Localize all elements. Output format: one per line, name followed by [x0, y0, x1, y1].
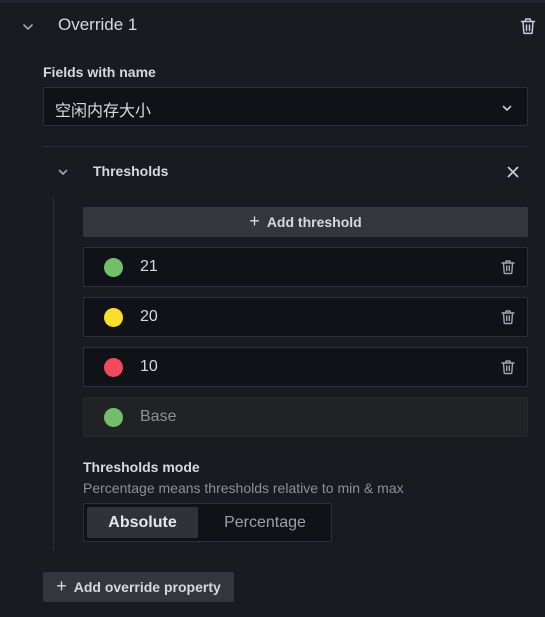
fields-with-name-label: Fields with name [43, 64, 156, 80]
fields-with-name-select[interactable]: 空闲内存大小 [43, 87, 528, 126]
trash-icon[interactable] [519, 17, 537, 35]
close-icon[interactable] [505, 164, 521, 180]
fields-with-name-value: 空闲内存大小 [55, 103, 152, 120]
threshold-value-input[interactable]: 21 [140, 258, 158, 276]
color-picker-dot[interactable] [104, 308, 123, 327]
mode-option-percentage[interactable]: Percentage [202, 507, 328, 538]
add-override-property-button[interactable]: + Add override property [43, 572, 234, 602]
plus-icon: + [249, 211, 260, 231]
panel-top-border [0, 0, 545, 3]
color-picker-dot[interactable] [104, 408, 123, 427]
chevron-down-icon[interactable] [56, 165, 70, 179]
add-override-property-label: Add override property [73, 579, 221, 595]
thresholds-title[interactable]: Thresholds [93, 163, 168, 179]
thresholds-guide-line [53, 197, 54, 551]
override-title[interactable]: Override 1 [58, 15, 137, 35]
trash-icon[interactable] [500, 359, 516, 375]
thresholds-mode-description: Percentage means thresholds relative to … [83, 480, 404, 496]
threshold-base-label: Base [140, 408, 177, 425]
chevron-down-icon[interactable] [20, 19, 36, 35]
override-panel: Override 1 Fields with name 空闲内存大小 Thres… [0, 0, 545, 617]
divider [43, 146, 528, 147]
threshold-row: 20 [83, 297, 528, 337]
color-picker-dot[interactable] [104, 358, 123, 377]
threshold-row: 10 [83, 347, 528, 387]
chevron-down-icon [500, 101, 514, 115]
thresholds-mode-label: Thresholds mode [83, 459, 200, 475]
thresholds-mode-radio-group: Absolute Percentage [83, 503, 332, 542]
add-threshold-button[interactable]: + Add threshold [83, 207, 528, 237]
threshold-row-base: Base [83, 397, 528, 437]
trash-icon[interactable] [500, 309, 516, 325]
threshold-row: 21 [83, 247, 528, 287]
color-picker-dot[interactable] [104, 258, 123, 277]
plus-icon: + [56, 576, 67, 596]
add-threshold-label: Add threshold [266, 214, 362, 230]
threshold-value-input[interactable]: 10 [140, 358, 158, 376]
trash-icon[interactable] [500, 259, 516, 275]
threshold-value-input[interactable]: 20 [140, 308, 158, 326]
mode-option-absolute[interactable]: Absolute [87, 507, 198, 538]
